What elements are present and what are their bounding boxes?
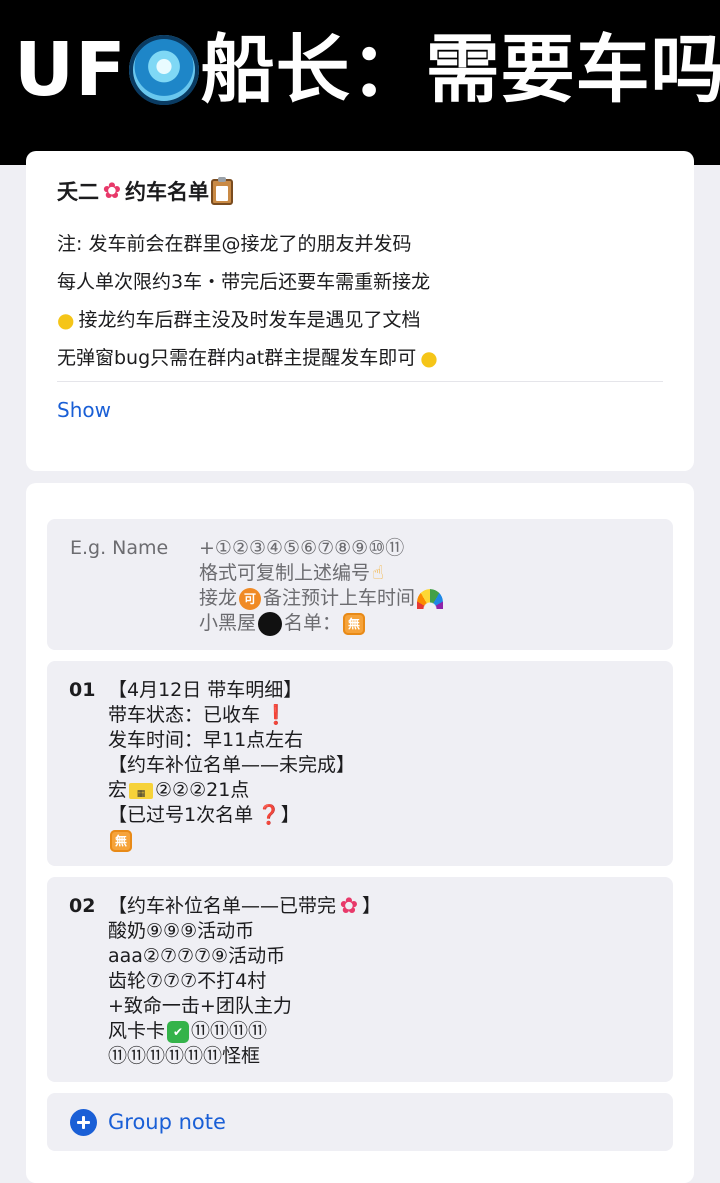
show-more-link[interactable]: Show xyxy=(57,395,111,425)
entry-line: aaa②⑦⑦⑦⑨活动币 xyxy=(108,944,381,969)
entry-line: 酸奶⑨⑨⑨活动币 xyxy=(108,919,381,944)
entry-line: 发车时间：早11点左右 xyxy=(108,728,355,753)
entry-line: 带车状态：已收车 ❗ xyxy=(108,703,355,728)
tulip-icon: ✿ xyxy=(102,179,122,204)
signup-list-card: E.g. Name +①②③④⑤⑥⑦⑧⑨⑩⑪ 格式可复制上述编号 ☝ 接龙 可 … xyxy=(26,483,694,1183)
rainbow-icon xyxy=(417,588,444,609)
example-line: +①②③④⑤⑥⑦⑧⑨⑩⑪ xyxy=(199,536,443,561)
list-title: 夭二 ✿ 约车名单 xyxy=(57,177,233,207)
group-note-button[interactable]: Group note xyxy=(70,1108,226,1136)
entry-line: ⑪⑪⑪⑪⑪⑪怪框 xyxy=(108,1044,381,1069)
banner-title: UF 船长：需要车吗 xyxy=(14,22,720,118)
info-line-3: ● 接龙约车后群主没及时发车是遇见了文档 xyxy=(57,306,420,334)
free-badge-icon: 無 xyxy=(343,612,366,635)
entry-block[interactable]: 02 【约车补位名单——已带完 ✿ 】 酸奶⑨⑨⑨活动币 aaa②⑦⑦⑦⑨活动币… xyxy=(47,877,673,1082)
info-line-1: 注: 发车前会在群里@接龙了的朋友并发码 xyxy=(57,230,411,258)
check-mark-icon: ✔ xyxy=(167,1020,190,1043)
info-line-1-text: 注: 发车前会在群里@接龙了的朋友并发码 xyxy=(57,233,412,255)
entry-line: 【约车补位名单——未完成】 xyxy=(108,753,355,778)
entry-line-text: 】 xyxy=(362,895,382,917)
entry-line-text: ②②②21点 xyxy=(155,779,250,801)
example-label: E.g. Name xyxy=(70,537,169,559)
info-line-3-text: 接龙约车后群主没及时发车是遇见了文档 xyxy=(78,309,421,331)
entry-block[interactable]: 01 【4月12日 带车明细】 带车状态：已收车 ❗ 发车时间：早11点左右 【… xyxy=(47,661,673,866)
entry-line-text: 【约车补位名单——已带完 xyxy=(108,895,337,917)
example-line-text: 接龙 xyxy=(199,587,238,609)
entry-lines: 【约车补位名单——已带完 ✿ 】 酸奶⑨⑨⑨活动币 aaa②⑦⑦⑦⑨活动币 齿轮… xyxy=(108,894,381,1069)
entry-line-text: 【4月12日 带车明细】 xyxy=(108,679,303,701)
example-line: 格式可复制上述编号 ☝ xyxy=(199,561,443,586)
example-line-text: +①②③④⑤⑥⑦⑧⑨⑩⑪ xyxy=(199,537,405,559)
ufo-orb-icon xyxy=(128,35,199,105)
entry-line-text: ⑪⑪⑪⑪ xyxy=(191,1020,268,1042)
banner-title-suffix: 船长：需要车吗 xyxy=(200,27,720,113)
group-note-label: Group note xyxy=(108,1110,226,1134)
ticket-icon: ▦ xyxy=(129,782,154,799)
entry-line-text: aaa②⑦⑦⑦⑨活动币 xyxy=(108,945,286,967)
entry-line: 【4月12日 带车明细】 xyxy=(108,678,355,703)
entry-line-text: 风卡卡 xyxy=(108,1020,166,1042)
entry-line-text: 】 xyxy=(280,804,300,826)
pointing-hand-icon: ☝ xyxy=(372,562,384,584)
plus-circle-icon xyxy=(70,1108,97,1136)
entry-line: 【约车补位名单——已带完 ✿ 】 xyxy=(108,894,381,919)
divider xyxy=(57,381,663,382)
tulip-icon: ✿ xyxy=(339,893,359,919)
info-line-4: 无弹窗bug只需在群内at群主提醒发车即可 ● xyxy=(57,344,438,372)
entry-line: +致命一击+团队主力 xyxy=(108,994,381,1019)
example-line-text: 小黑屋 xyxy=(199,612,257,634)
entry-line-text: 带车状态：已收车 xyxy=(108,704,261,726)
entry-line-text: 发车时间：早11点左右 xyxy=(108,729,304,751)
lightbulb-icon: ● xyxy=(420,346,438,370)
example-lines: +①②③④⑤⑥⑦⑧⑨⑩⑪ 格式可复制上述编号 ☝ 接龙 可 备注预计上车时间 小… xyxy=(199,536,444,636)
entry-line: 风卡卡 ✔ ⑪⑪⑪⑪ xyxy=(108,1019,381,1044)
example-line-text: 格式可复制上述编号 xyxy=(199,562,371,584)
header-banner: UF 船长：需要车吗 xyxy=(0,0,720,165)
lightbulb-icon: ● xyxy=(57,308,75,332)
list-title-name: 夭二 xyxy=(57,180,99,204)
example-format-block: E.g. Name +①②③④⑤⑥⑦⑧⑨⑩⑪ 格式可复制上述编号 ☝ 接龙 可 … xyxy=(47,519,673,650)
entry-line-text: ⑪⑪⑪⑪⑪⑪怪框 xyxy=(108,1045,261,1067)
example-line-text: 备注预计上车时间 xyxy=(263,587,416,609)
entry-line-text: 【已过号1次名单 xyxy=(108,804,254,826)
question-icon: ❓ xyxy=(257,804,281,826)
entry-lines: 【4月12日 带车明细】 带车状态：已收车 ❗ 发车时间：早11点左右 【约车补… xyxy=(108,678,355,853)
info-card: 夭二 ✿ 约车名单 注: 发车前会在群里@接龙了的朋友并发码 每人单次限约3车・… xyxy=(26,151,694,471)
entry-line-text: 【约车补位名单——未完成】 xyxy=(108,754,356,776)
ke-badge-icon: 可 xyxy=(239,587,262,610)
info-line-2-text: 每人单次限约3车・带完后还要车需重新接龙 xyxy=(57,271,431,293)
info-line-4-text: 无弹窗bug只需在群内at群主提醒发车即可 xyxy=(57,347,417,369)
black-circle-icon xyxy=(258,611,283,636)
entry-number: 02 xyxy=(69,895,96,917)
group-note-block: Group note xyxy=(47,1093,673,1151)
info-line-2: 每人单次限约3车・带完后还要车需重新接龙 xyxy=(57,268,430,296)
entry-line: 【已过号1次名单 ❓ 】 xyxy=(108,803,355,828)
exclamation-icon: ❗ xyxy=(264,704,288,726)
example-line-text: 名单： xyxy=(284,612,342,634)
example-line: 接龙 可 备注预计上车时间 xyxy=(199,586,444,611)
entry-line-text: 酸奶⑨⑨⑨活动币 xyxy=(108,920,255,942)
entry-line-text: +致命一击+团队主力 xyxy=(108,995,292,1017)
banner-title-prefix: UF xyxy=(14,27,127,113)
entry-number: 01 xyxy=(69,679,96,701)
list-title-rest: 约车名单 xyxy=(125,180,209,204)
entry-line-text: 齿轮⑦⑦⑦不打4村 xyxy=(108,970,267,992)
entry-line-text: 宏 xyxy=(108,779,128,801)
entry-line: 宏 ▦ ②②②21点 xyxy=(108,778,355,803)
entry-line: 無 xyxy=(108,828,355,853)
clipboard-icon xyxy=(211,177,233,205)
example-line: 小黑屋 名单： 無 xyxy=(199,611,443,636)
entry-line: 齿轮⑦⑦⑦不打4村 xyxy=(108,969,381,994)
free-badge-icon: 無 xyxy=(110,829,132,852)
